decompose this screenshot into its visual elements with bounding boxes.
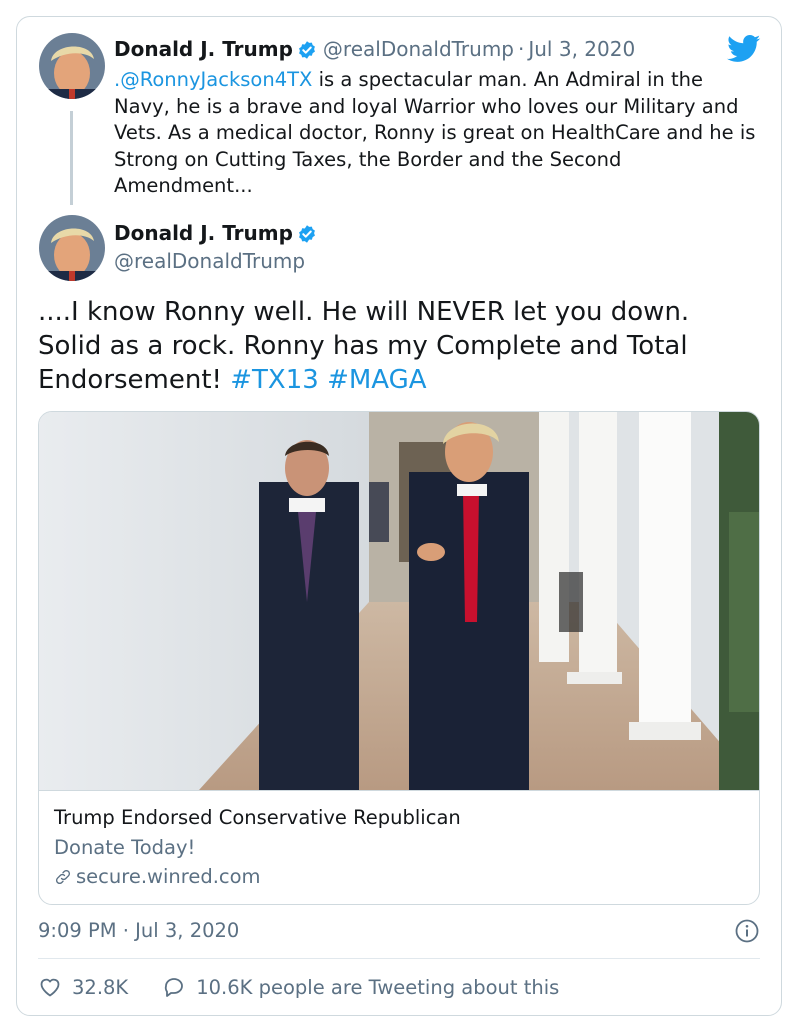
tweet-date[interactable]: Jul 3, 2020 <box>528 37 635 61</box>
tweet1-text: .@RonnyJackson4TX is a spectacular man. … <box>114 67 764 200</box>
link-icon <box>54 865 76 888</box>
hashtag-link[interactable]: #TX13 <box>230 365 319 395</box>
avatar[interactable] <box>39 215 105 281</box>
divider <box>38 958 760 959</box>
tweet-actions: 32.8K 10.6K people are Tweeting about thi… <box>38 975 559 999</box>
verified-badge-icon <box>297 40 317 65</box>
card-title[interactable]: Trump Endorsed Conservative Republican <box>54 806 461 829</box>
avatar[interactable] <box>39 33 105 99</box>
card-photo[interactable] <box>39 412 759 790</box>
card-domain-text: secure.winred.com <box>76 865 261 888</box>
verified-badge-icon <box>297 224 317 249</box>
hashtag-link[interactable]: #MAGA <box>327 365 426 395</box>
mention-link[interactable]: .@RonnyJackson4TX <box>114 68 312 91</box>
conversation-count[interactable]: 10.6K people are Tweeting about this <box>196 976 559 999</box>
author-name[interactable]: Donald J. Trump <box>114 37 293 61</box>
twitter-bird-icon[interactable] <box>727 35 761 67</box>
reply-bubble-icon[interactable] <box>162 976 186 999</box>
info-icon[interactable] <box>735 919 759 947</box>
like-count[interactable]: 32.8K <box>72 976 128 999</box>
card-description[interactable]: Donate Today! <box>54 836 195 859</box>
author-name[interactable]: Donald J. Trump <box>114 221 293 245</box>
author-handle[interactable]: @realDonaldTrump <box>323 37 514 61</box>
separator: · <box>518 37 525 61</box>
thread-connector <box>70 111 73 205</box>
author-handle[interactable]: @realDonaldTrump <box>114 249 305 273</box>
tweet-timestamp[interactable]: 9:09 PM · Jul 3, 2020 <box>38 919 239 942</box>
heart-icon[interactable] <box>38 976 62 999</box>
tweet-card: Donald J. Trump @realDonaldTrump · Jul 3, 2… <box>16 16 782 1016</box>
tweet2-text: ....I know Ronny well. He will NEVER let… <box>38 295 758 397</box>
link-preview-card[interactable]: Trump Endorsed Conservative Republican D… <box>38 411 760 905</box>
tweet1-header: Donald J. Trump @realDonaldTrump · Jul 3, 2… <box>114 37 635 65</box>
tweet2-header: Donald J. Trump <box>114 221 317 249</box>
card-divider <box>39 790 759 791</box>
card-domain[interactable]: secure.winred.com <box>54 865 261 888</box>
